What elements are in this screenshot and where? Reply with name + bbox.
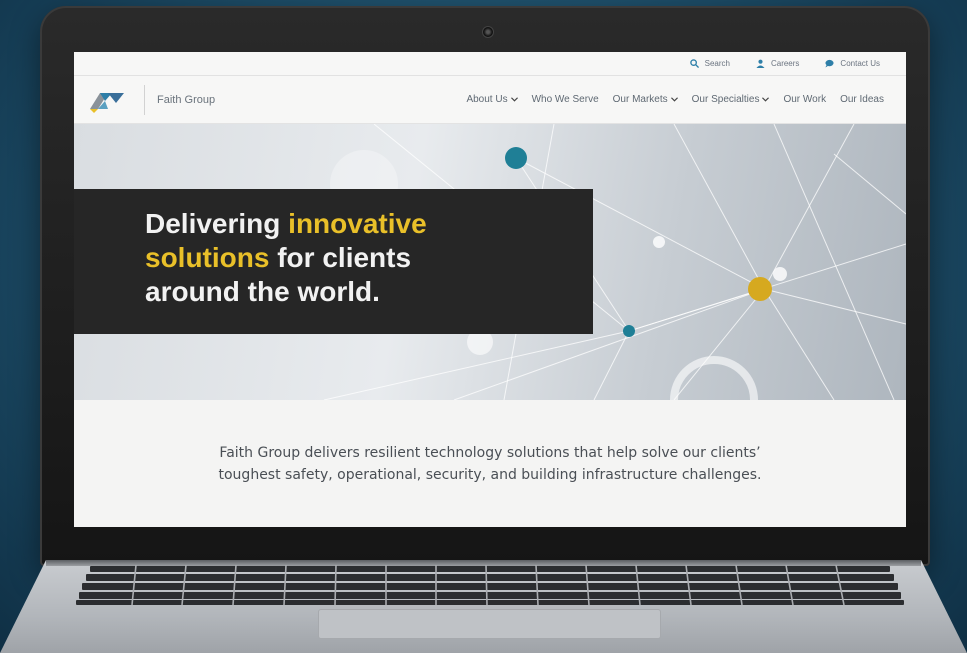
intro-section: Faith Group delivers resilient technolog…: [74, 400, 906, 527]
utility-bar: Search Careers Contact Us: [74, 52, 906, 76]
headline-line-1: Delivering innovative: [145, 207, 593, 241]
nav-markets-label: Our Markets: [612, 94, 668, 105]
hero-headline: Delivering innovative solutions for clie…: [145, 207, 593, 309]
network-node: [623, 325, 635, 337]
chevron-down-icon: [762, 97, 770, 102]
headline-text: for clients: [269, 242, 412, 273]
logo-divider: [144, 84, 145, 115]
nav-who-label: Who We Serve: [531, 94, 599, 105]
nav-our-ideas[interactable]: Our Ideas: [840, 94, 884, 105]
contact-label: Contact Us: [840, 59, 880, 68]
headline-text: Delivering: [145, 208, 289, 239]
laptop-screen: Search Careers Contact Us Faith Group Ab…: [74, 52, 906, 527]
nav-our-work[interactable]: Our Work: [783, 94, 826, 105]
chevron-down-icon: [510, 97, 518, 102]
brand-name[interactable]: Faith Group: [157, 94, 215, 106]
headline-text: around the world.: [145, 276, 380, 307]
headline-line-2: solutions for clients: [145, 241, 593, 275]
keyboard: [76, 565, 904, 605]
nav-our-markets[interactable]: Our Markets: [613, 94, 678, 105]
search-icon: [689, 59, 699, 68]
trackpad: [318, 609, 661, 639]
main-navbar: Faith Group About Us Who We Serve Our Ma…: [74, 76, 906, 124]
nav-ideas-label: Our Ideas: [840, 94, 884, 105]
hero-headline-box: Delivering innovative solutions for clie…: [74, 189, 593, 334]
person-icon: [756, 59, 765, 68]
careers-link[interactable]: Careers: [756, 59, 799, 68]
network-node: [748, 277, 772, 301]
headline-line-3: around the world.: [145, 275, 593, 309]
search-link[interactable]: Search: [689, 59, 730, 68]
search-label: Search: [704, 59, 730, 68]
nav-work-label: Our Work: [783, 94, 827, 105]
headline-accent: innovative: [288, 208, 427, 239]
nav-who-we-serve[interactable]: Who We Serve: [532, 94, 599, 105]
nav-specialties-label: Our Specialties: [691, 94, 760, 105]
nav-our-specialties[interactable]: Our Specialties: [692, 94, 770, 105]
chat-bubble-icon: [825, 59, 834, 68]
nav-about-label: About Us: [466, 94, 508, 105]
chevron-down-icon: [670, 97, 678, 102]
faith-group-logo[interactable]: [88, 87, 126, 113]
intro-text: Faith Group delivers resilient technolog…: [218, 444, 762, 483]
careers-label: Careers: [770, 59, 800, 68]
hero-banner: Delivering innovative solutions for clie…: [74, 124, 906, 400]
headline-accent: solutions: [145, 242, 270, 273]
contact-link[interactable]: Contact Us: [825, 59, 880, 68]
webcam: [482, 26, 494, 38]
network-node: [505, 147, 527, 169]
primary-nav: About Us Who We Serve Our Markets Our Sp…: [466, 94, 906, 105]
nav-about-us[interactable]: About Us: [466, 94, 518, 105]
